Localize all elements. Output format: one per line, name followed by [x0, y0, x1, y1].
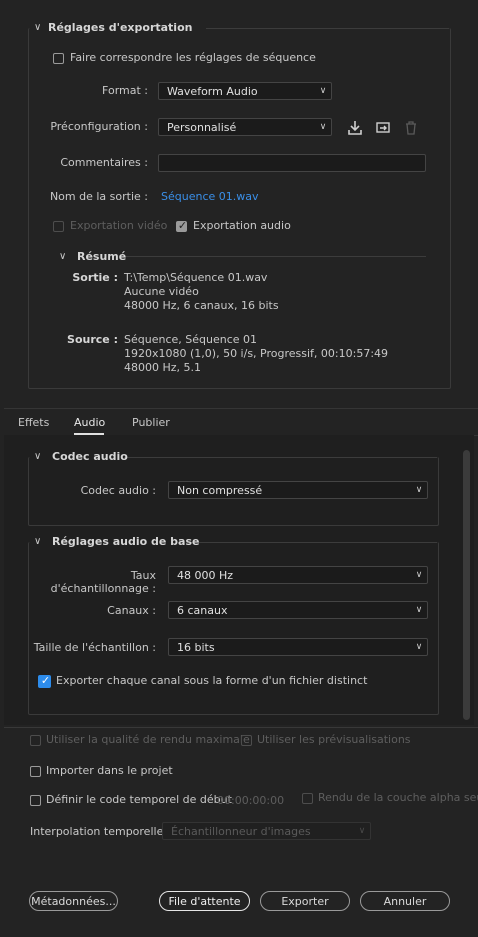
chevron-down-icon: ∨ [319, 86, 327, 96]
save-preset-icon[interactable] [347, 120, 363, 136]
chevron-down-icon: ∨ [358, 826, 366, 836]
summary-title: Résumé [77, 250, 127, 263]
channels-value: 6 canaux [177, 603, 228, 617]
sample-rate-dropdown[interactable]: 48 000 Hz ∨ [168, 566, 428, 584]
format-dropdown[interactable]: Waveform Audio ∨ [158, 82, 332, 100]
output-name-link[interactable]: Séquence 01.wav [161, 190, 259, 203]
import-into-project-checkbox[interactable] [30, 766, 41, 777]
tab-effects[interactable]: Effets [18, 416, 49, 429]
format-label: Format : [102, 84, 148, 97]
sample-size-label: Taille de l'échantillon : [33, 641, 156, 654]
render-alpha-label: Rendu de la couche alpha seule [318, 791, 478, 804]
comments-label: Commentaires : [60, 156, 148, 169]
summary-source-line: Séquence, Séquence 01 [124, 333, 258, 346]
codec-dropdown[interactable]: Non compressé ∨ [168, 481, 428, 499]
render-alpha-checkbox[interactable] [302, 793, 313, 804]
import-into-project-label: Importer dans le projet [46, 764, 173, 777]
summary-divider [126, 256, 426, 257]
max-render-quality-checkbox[interactable] [30, 735, 41, 746]
chevron-down-icon: ∨ [34, 536, 42, 547]
use-previews-label: Utiliser les prévisualisations [257, 733, 411, 746]
export-audio-label: Exportation audio [193, 219, 291, 232]
chevron-down-icon: ∨ [34, 451, 42, 462]
delete-preset-icon[interactable] [403, 120, 419, 136]
codec-audio-header[interactable]: ∨ Codec audio [34, 450, 128, 463]
summary-output-line: 48000 Hz, 6 canaux, 16 bits [124, 299, 279, 312]
channels-label: Canaux : [107, 604, 156, 617]
tab-audio[interactable]: Audio [74, 416, 105, 429]
basic-audio-title: Réglages audio de base [52, 535, 200, 548]
preset-label: Préconfiguration : [50, 120, 148, 133]
use-previews-checkbox[interactable] [241, 735, 252, 746]
chevron-down-icon: ∨ [59, 251, 67, 262]
chevron-down-icon: ∨ [415, 605, 423, 615]
chevron-down-icon: ∨ [319, 122, 327, 132]
match-sequence-label: Faire correspondre les réglages de séque… [70, 51, 316, 64]
codec-divider [124, 457, 437, 458]
chevron-down-icon: ∨ [415, 485, 423, 495]
summary-source-key: Source : [67, 333, 118, 346]
tab-bar: Effets Audio Publier [4, 408, 478, 436]
queue-button[interactable]: File d'attente [159, 891, 250, 911]
output-name-label: Nom de la sortie : [49, 190, 148, 203]
sample-rate-value: 48 000 Hz [177, 568, 234, 582]
summary-source-line: 1920x1080 (1,0), 50 i/s, Progressif, 00:… [124, 347, 389, 360]
sample-rate-label: Taux d'échantillonnage : [50, 569, 156, 595]
export-audio-checkbox[interactable]: ✓ [176, 219, 188, 232]
chevron-down-icon: ∨ [415, 570, 423, 580]
export-button[interactable]: Exporter [260, 891, 350, 911]
export-video-label: Exportation vidéo [70, 219, 168, 232]
set-start-timecode-label: Définir le code temporel de début [46, 793, 232, 806]
cancel-button[interactable]: Annuler [360, 891, 450, 911]
sample-size-dropdown[interactable]: 16 bits ∨ [168, 638, 428, 656]
export-each-channel-checkbox[interactable]: ✓ [38, 674, 51, 688]
format-value: Waveform Audio [167, 84, 258, 98]
export-each-channel-label: Exporter chaque canal sous la forme d'un… [56, 674, 368, 687]
chevron-down-icon: ∨ [415, 642, 423, 652]
preset-dropdown[interactable]: Personnalisé ∨ [158, 118, 332, 136]
checkmark-icon: ✓ [40, 674, 51, 687]
import-preset-icon[interactable] [375, 120, 391, 136]
max-render-quality-label: Utiliser la qualité de rendu maximale [46, 733, 250, 746]
match-sequence-checkbox[interactable] [53, 53, 64, 64]
export-video-checkbox[interactable] [53, 221, 64, 232]
basic-audio-header[interactable]: ∨ Réglages audio de base [34, 535, 199, 548]
start-timecode-field[interactable]: 00:00:00:00 [217, 794, 284, 807]
time-interpolation-value: Échantillonneur d'images [171, 824, 311, 838]
scrollbar[interactable] [463, 450, 470, 720]
set-start-timecode-checkbox[interactable] [30, 795, 41, 806]
export-settings-header[interactable]: ∨ Réglages d'exportation [34, 21, 192, 34]
comments-input[interactable] [158, 154, 426, 172]
summary-output-key: Sortie : [72, 271, 118, 284]
codec-value: Non compressé [177, 483, 263, 497]
export-settings-title: Réglages d'exportation [48, 21, 193, 34]
summary-output-line: T:\Temp\Séquence 01.wav [124, 271, 268, 284]
summary-source-line: 48000 Hz, 5.1 [124, 361, 202, 374]
time-interpolation-dropdown[interactable]: Échantillonneur d'images ∨ [162, 822, 371, 840]
section-divider [206, 28, 449, 29]
time-interpolation-label: Interpolation temporelle : [30, 825, 171, 838]
chevron-down-icon: ∨ [34, 22, 42, 33]
channels-dropdown[interactable]: 6 canaux ∨ [168, 601, 428, 619]
summary-header[interactable]: ∨ Résumé [59, 250, 126, 263]
codec-label: Codec audio : [80, 484, 156, 497]
tab-publish[interactable]: Publier [132, 416, 170, 429]
checkmark-icon: ✓ [177, 219, 188, 232]
codec-audio-title: Codec audio [52, 450, 128, 463]
sample-size-value: 16 bits [177, 640, 215, 654]
basic-audio-divider [186, 542, 437, 543]
summary-output-line: Aucune vidéo [124, 285, 199, 298]
metadata-button[interactable]: Métadonnées... [29, 891, 118, 911]
bottom-divider [4, 727, 478, 728]
preset-value: Personnalisé [167, 120, 237, 134]
